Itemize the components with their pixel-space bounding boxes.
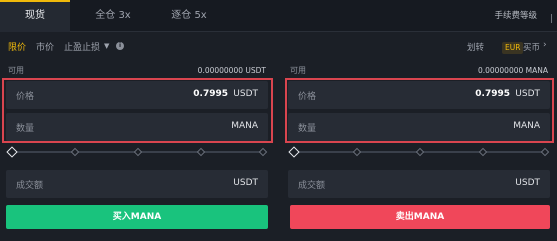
sell-slider-tick-50[interactable]: [415, 147, 425, 157]
order-type-limit[interactable]: 限价: [8, 40, 26, 53]
sell-slider-knob[interactable]: [288, 146, 300, 158]
sell-total-field[interactable]: 成交额 USDT: [288, 170, 550, 198]
tab-isolated-margin[interactable]: 逐仓 5x: [154, 0, 224, 32]
chevron-right-icon[interactable]: ›: [543, 40, 547, 50]
sell-available-label: 可用: [290, 66, 306, 75]
buy-button[interactable]: 买入MANA: [6, 205, 268, 229]
transfer-link[interactable]: 划转: [467, 41, 484, 53]
sell-available-value: 0.00000000 MANA: [477, 66, 548, 75]
sell-fields-highlight: [285, 78, 554, 143]
sell-slider-tick-100[interactable]: [540, 147, 550, 157]
buy-fields-highlight: [2, 78, 273, 143]
buy-available-label: 可用: [8, 66, 24, 75]
margin-mode-tabs: 现货 全仓 3x 逐仓 5x 手续费等级 |: [0, 0, 557, 32]
fee-level-link[interactable]: 手续费等级: [494, 0, 537, 32]
info-icon[interactable]: i: [116, 42, 124, 50]
eur-badge[interactable]: EUR: [502, 42, 524, 54]
total-label: 成交额: [16, 181, 44, 191]
total-unit: USDT: [233, 178, 258, 188]
buy-slider-tick-25[interactable]: [70, 147, 80, 157]
panel-edge-marker: |: [549, 14, 553, 24]
order-type-market[interactable]: 市价: [36, 40, 54, 53]
sell-button[interactable]: 卖出MANA: [290, 205, 550, 229]
tab-cross-margin[interactable]: 全仓 3x: [78, 0, 148, 32]
chevron-down-icon[interactable]: ▼: [104, 42, 109, 50]
buy-slider-knob[interactable]: [6, 146, 18, 158]
tab-spot[interactable]: 现货: [0, 0, 70, 32]
buy-slider-tick-50[interactable]: [133, 147, 143, 157]
buy-available-value: 0.00000000 USDT: [197, 66, 266, 75]
buy-coin-link[interactable]: 买币: [523, 41, 540, 53]
total-label: 成交额: [298, 181, 326, 191]
order-type-stop[interactable]: 止盈止损: [64, 40, 100, 53]
total-unit: USDT: [515, 178, 540, 188]
buy-slider-tick-75[interactable]: [196, 147, 206, 157]
buy-slider-tick-100[interactable]: [258, 147, 268, 157]
sell-slider-tick-75[interactable]: [478, 147, 488, 157]
sell-slider-tick-25[interactable]: [352, 147, 362, 157]
buy-total-field[interactable]: 成交额 USDT: [6, 170, 268, 198]
